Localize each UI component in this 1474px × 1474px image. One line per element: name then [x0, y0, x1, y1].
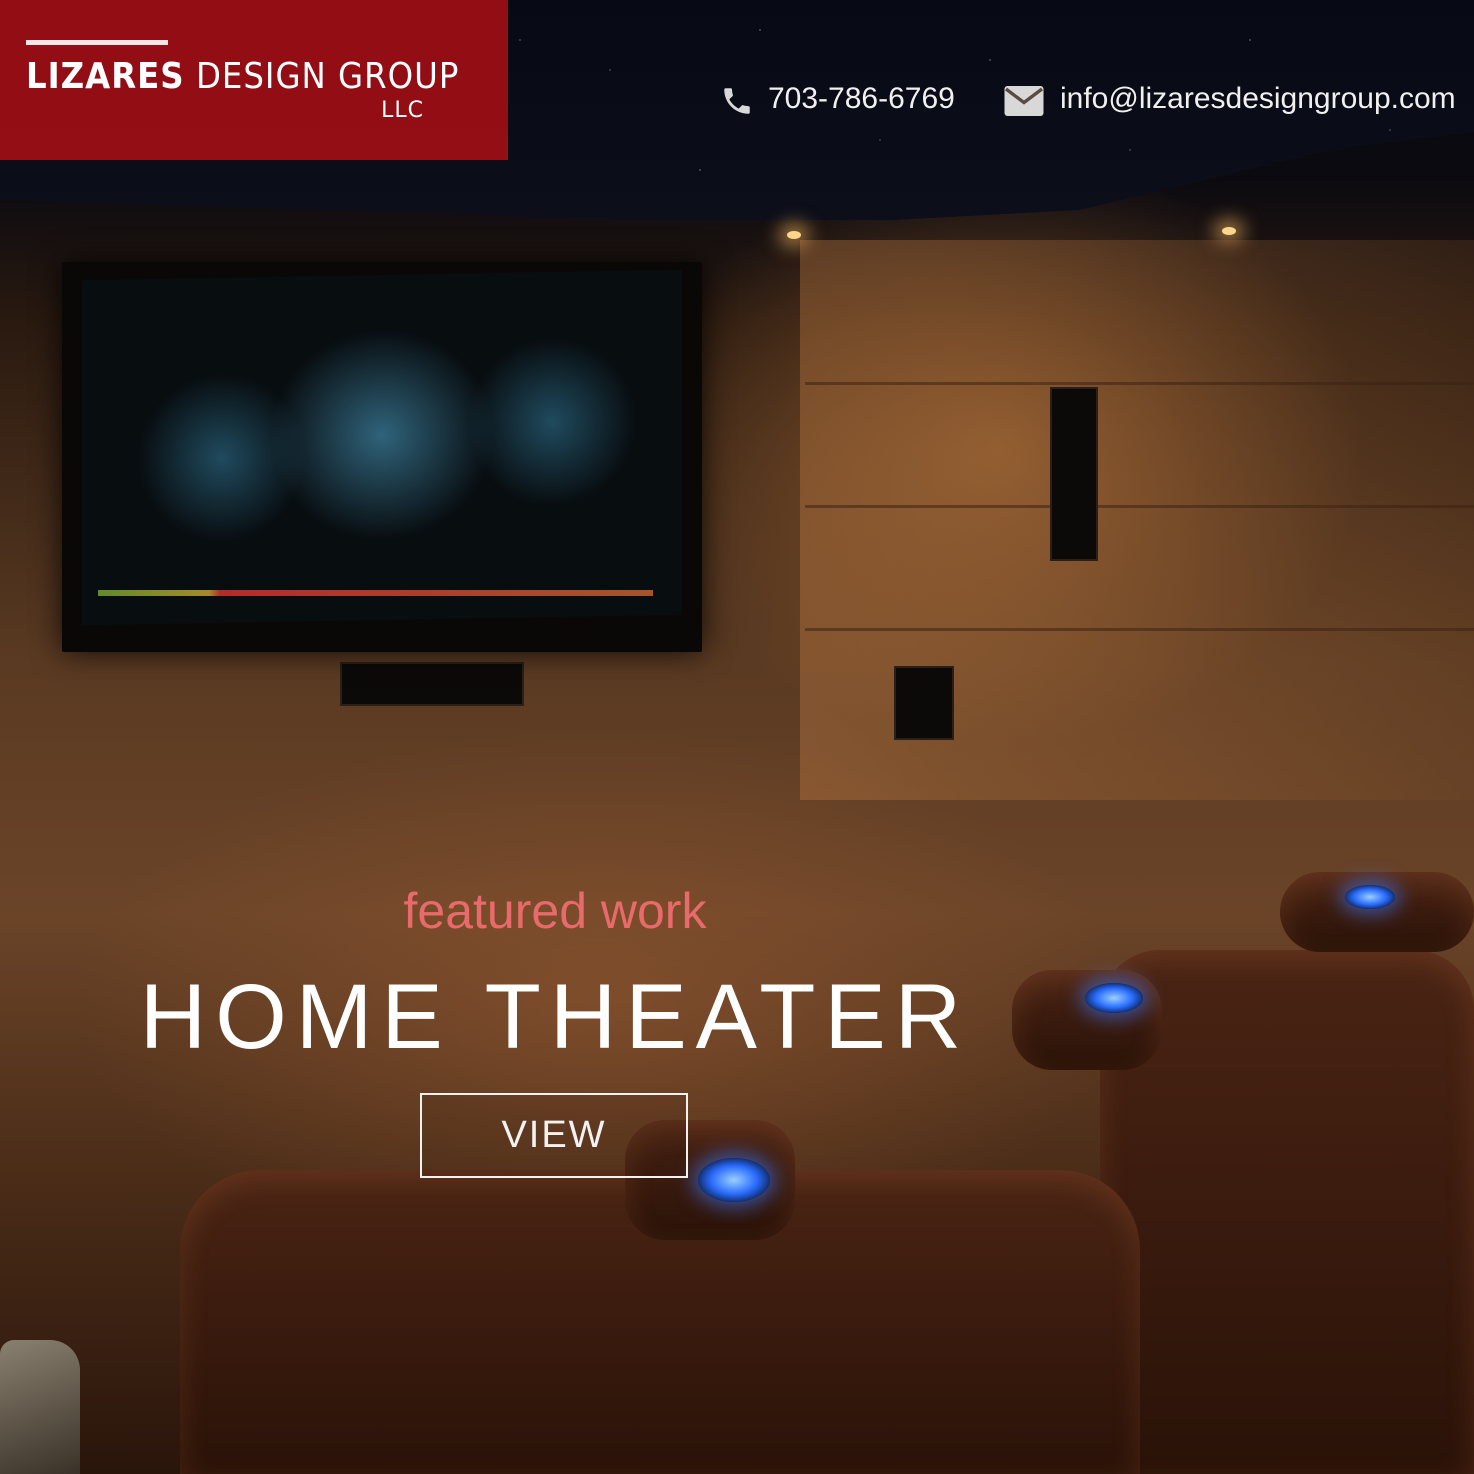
wall-panel-seam	[805, 628, 1474, 631]
lit-cupholder	[1345, 885, 1395, 909]
lit-cupholder	[698, 1158, 770, 1202]
subwoofer	[894, 666, 954, 740]
view-button[interactable]: VIEW	[420, 1093, 688, 1178]
featured-title: HOME THEATER	[139, 966, 971, 1068]
hero-background	[0, 0, 1474, 1474]
logo-suffix: LLC	[381, 98, 424, 123]
wall-panel-seam	[805, 382, 1474, 385]
ceiling-light	[1222, 227, 1236, 235]
ceiling-light	[787, 231, 801, 239]
phone-icon	[724, 88, 750, 114]
remote-control	[0, 1340, 80, 1474]
projection-screen	[82, 269, 682, 626]
logo-rule	[26, 40, 168, 45]
featured-work-label: featured work	[403, 883, 707, 939]
envelope-icon	[1004, 86, 1044, 116]
site-logo[interactable]: LIZARES DESIGN GROUP LLC	[0, 0, 508, 160]
logo-wordmark: LIZARES DESIGN GROUP	[26, 56, 459, 97]
email-link[interactable]: info@lizaresdesigngroup.com	[1060, 82, 1456, 116]
logo-name-bold: LIZARES	[26, 56, 185, 97]
wall-panel-seam	[805, 505, 1474, 508]
wall-speaker	[1050, 387, 1098, 561]
phone-link[interactable]: 703-786-6769	[768, 82, 955, 116]
theater-recliner-arm	[1280, 872, 1474, 952]
screen-progress-graphic	[98, 590, 653, 596]
logo-name-light: DESIGN GROUP	[195, 56, 460, 97]
center-speaker	[340, 662, 524, 706]
